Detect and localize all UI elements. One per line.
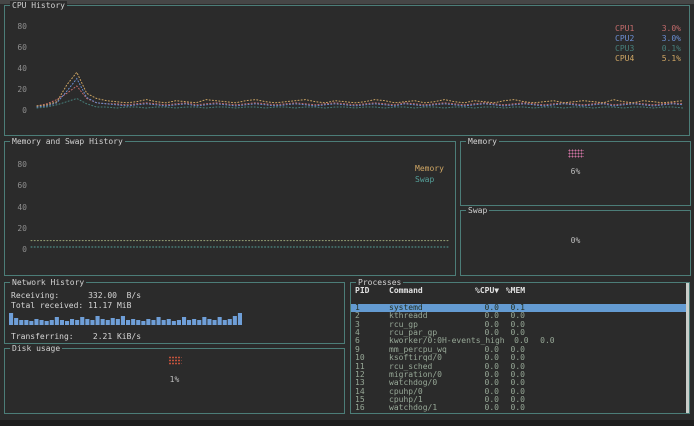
memory-gauge-dots: [568, 149, 584, 158]
yaxis-tick-label: 80: [13, 23, 27, 31]
app-window: { "colors": { "background": "#2b2b2b", "…: [0, 0, 694, 426]
network-receiving-line: Receiving: 332.00 B/s: [11, 291, 141, 300]
yaxis-tick-label: 20: [13, 225, 27, 233]
memswap-legend-entry: Memory: [415, 164, 444, 174]
disk-usage-panel: Disk usage 1%: [4, 348, 345, 414]
memswap-legend: MemorySwap: [415, 164, 444, 185]
command-cell: watchdog/1: [389, 404, 475, 412]
memory-panel: Memory 6%: [460, 141, 691, 206]
cpu-legend-value: 0.1%: [662, 44, 681, 53]
pid-cell: 3: [355, 321, 389, 329]
network-history-panel: Network History Receiving: 332.00 B/s To…: [4, 282, 345, 344]
row-filler: [525, 304, 686, 312]
cpu-legend: CPU1 3.0% CPU2 3.0% CPU3 0.1% CPU4 5.1%: [615, 24, 681, 63]
window-bottom-edge: [0, 420, 694, 426]
yaxis-tick-label: 40: [13, 65, 27, 73]
memory-percent: 6%: [461, 167, 690, 176]
row-filler: [555, 337, 686, 345]
process-row[interactable]: 16watchdog/10.00.0: [351, 404, 686, 412]
total-received-value: 11.17 MiB: [83, 301, 131, 310]
column-header-pid[interactable]: PID: [355, 287, 389, 295]
cpu-legend-name: CPU4: [615, 54, 634, 63]
network-history-title: Network History: [10, 278, 86, 287]
memswap-history-panel: Memory and Swap History 806040200 Memory…: [4, 141, 456, 276]
swap-panel: Swap 0%: [460, 210, 691, 276]
processes-table: PIDCommand%CPU▼%MEM1systemd0.00.12kthrea…: [351, 287, 686, 412]
pid-cell: 2: [355, 312, 389, 320]
transferring-value: 2.21 KiB/s: [74, 332, 141, 341]
pid-cell: 6: [355, 337, 389, 345]
network-history-chart: [9, 311, 243, 325]
mem-cell: 0.0: [529, 337, 555, 345]
cpu-legend-entry: CPU1 3.0%: [615, 24, 681, 33]
yaxis-tick-label: 20: [13, 86, 27, 94]
row-filler: [525, 404, 686, 412]
row-filler: [525, 346, 686, 354]
row-filler: [525, 379, 686, 387]
cpu-history-title: CPU History: [10, 1, 67, 10]
row-filler: [525, 354, 686, 362]
row-filler: [525, 312, 686, 320]
yaxis-tick-label: 0: [13, 246, 27, 254]
cpu-legend-entry: CPU3 0.1%: [615, 44, 681, 53]
row-filler: [525, 321, 686, 329]
transferring-label: Transferring:: [11, 332, 74, 341]
cpu-legend-name: CPU3: [615, 44, 634, 53]
swap-title: Swap: [466, 206, 489, 215]
row-filler: [525, 371, 686, 379]
pid-cell: 1: [355, 304, 389, 312]
yaxis-tick-label: 0: [13, 107, 27, 115]
memory-title: Memory: [466, 137, 499, 146]
yaxis-tick-label: 80: [13, 161, 27, 169]
header-filler: [525, 287, 686, 295]
column-header-cpu[interactable]: %CPU▼: [475, 287, 499, 295]
mem-cell: 0.0: [499, 404, 525, 412]
row-filler: [525, 363, 686, 371]
cpu-legend-entry: CPU4 5.1%: [615, 54, 681, 63]
yaxis-tick-label: 60: [13, 44, 27, 52]
cpu-history-panel: CPU History 806040200 CPU13.0%CPU23.0%CP…: [4, 5, 690, 136]
processes-header-row: PIDCommand%CPU▼%MEM: [351, 287, 686, 295]
yaxis-tick-label: 40: [13, 204, 27, 212]
network-total-received-line: Total received: 11.17 MiB: [11, 301, 131, 310]
processes-panel: Processes PIDCommand%CPU▼%MEM1systemd0.0…: [350, 282, 690, 414]
pid-cell: 16: [355, 404, 389, 412]
disk-gauge-dots: [168, 356, 181, 365]
cpu-legend-value: 5.1%: [662, 54, 681, 63]
swap-percent: 0%: [461, 236, 690, 245]
network-transferring-line: Transferring: 2.21 KiB/s: [11, 332, 141, 341]
cpu-legend-value: 3.0%: [662, 24, 681, 33]
pid-cell: 4: [355, 329, 389, 337]
row-filler: [525, 396, 686, 404]
total-received-label: Total received:: [11, 301, 83, 310]
column-header-command[interactable]: Command: [389, 287, 475, 295]
column-header-mem[interactable]: %MEM: [499, 287, 525, 295]
disk-usage-title: Disk usage: [10, 344, 62, 353]
memswap-legend-entry: Swap: [415, 175, 444, 185]
memswap-history-chart: [29, 158, 453, 252]
cpu-legend-entry: CPU2 3.0%: [615, 34, 681, 43]
cpu-cell: 0.0: [475, 404, 499, 412]
row-filler: [525, 388, 686, 396]
cpu-legend-name: CPU1: [615, 24, 634, 33]
memswap-history-title: Memory and Swap History: [10, 137, 125, 146]
yaxis-tick-label: 60: [13, 182, 27, 190]
disk-percent: 1%: [5, 375, 344, 384]
receiving-value: 332.00 B/s: [59, 291, 141, 300]
processes-title: Processes: [356, 278, 403, 287]
processes-scrollbar[interactable]: [686, 283, 689, 413]
window-top-edge: [0, 0, 694, 4]
cpu-history-chart: [31, 20, 691, 112]
receiving-label: Receiving:: [11, 291, 59, 300]
cpu-legend-value: 3.0%: [662, 34, 681, 43]
cpu-legend-name: CPU2: [615, 34, 634, 43]
